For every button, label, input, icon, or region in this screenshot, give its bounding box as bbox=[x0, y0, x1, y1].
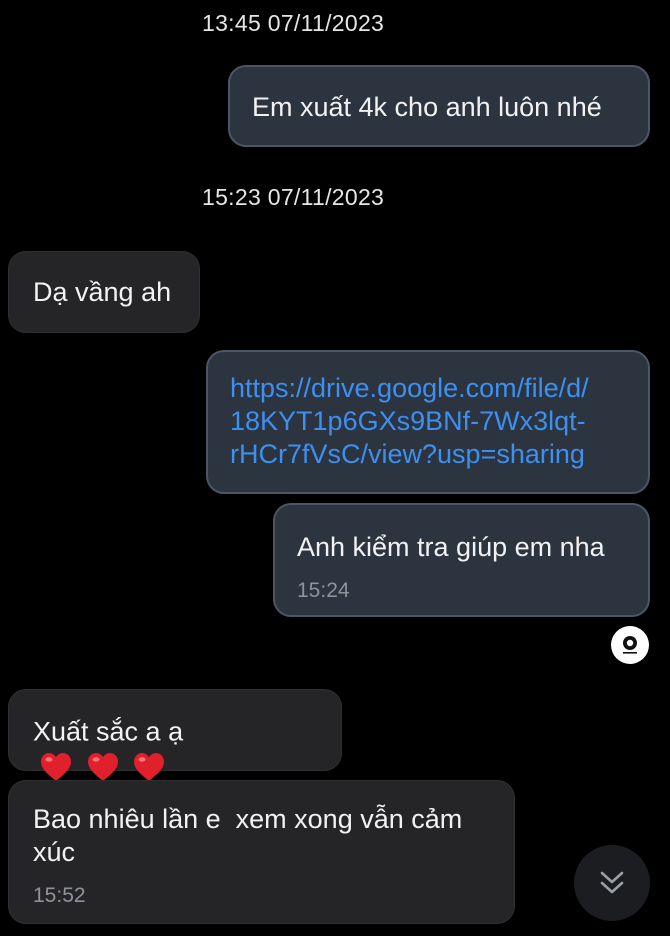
message-bubble-sent[interactable]: Anh kiểm tra giúp em nha 15:24 bbox=[273, 503, 650, 617]
link-line: https://drive.google.com/file/d/ bbox=[230, 373, 589, 403]
heart-emoji-group bbox=[39, 749, 171, 783]
message-line: xúc bbox=[33, 837, 76, 867]
message-bubble-sent-link[interactable]: https://drive.google.com/file/d/ 18KYT1p… bbox=[206, 350, 650, 494]
timestamp-divider: 15:23 07/11/2023 bbox=[202, 184, 385, 210]
drive-link[interactable]: https://drive.google.com/file/d/ 18KYT1p… bbox=[230, 372, 626, 471]
message-bubble-received[interactable]: Dạ vầng ah bbox=[8, 251, 200, 333]
message-text: Dạ vầng ah bbox=[33, 277, 172, 307]
message-line: Bao nhiêu lần e xem xong vẫn cảm bbox=[33, 804, 463, 834]
chevron-double-down-icon bbox=[600, 871, 624, 894]
message-bubble-sent[interactable]: Em xuất 4k cho anh luôn nhé bbox=[228, 65, 650, 147]
link-line: rHCr7fVsC/view?usp=sharing bbox=[230, 439, 585, 469]
avatar-logo-icon bbox=[623, 636, 637, 654]
message-text: Anh kiểm tra giúp em nha bbox=[297, 532, 605, 562]
timestamp-divider: 13:45 07/11/2023 bbox=[202, 10, 385, 36]
message-time: 15:24 bbox=[297, 579, 350, 602]
link-line: 18KYT1p6GXs9BNf-7Wx3lqt- bbox=[230, 406, 586, 436]
message-bubble-received[interactable]: Bao nhiêu lần e xem xong vẫn cảm xúc 15:… bbox=[8, 780, 515, 924]
scroll-to-bottom-button[interactable] bbox=[574, 845, 650, 921]
heart-icon bbox=[87, 753, 118, 782]
message-text: Xuất sắc a ạ bbox=[33, 716, 184, 747]
message-text: Em xuất 4k cho anh luôn nhé bbox=[252, 92, 602, 122]
heart-icon bbox=[41, 753, 71, 782]
avatar-icon[interactable] bbox=[611, 626, 649, 664]
chat-thread: 13:45 07/11/2023 Em xuất 4k cho anh luôn… bbox=[0, 0, 670, 936]
message-time: 15:52 bbox=[33, 884, 86, 907]
heart-icon bbox=[134, 753, 165, 782]
message-bubble-received[interactable]: Xuất sắc a ạ bbox=[8, 689, 342, 782]
